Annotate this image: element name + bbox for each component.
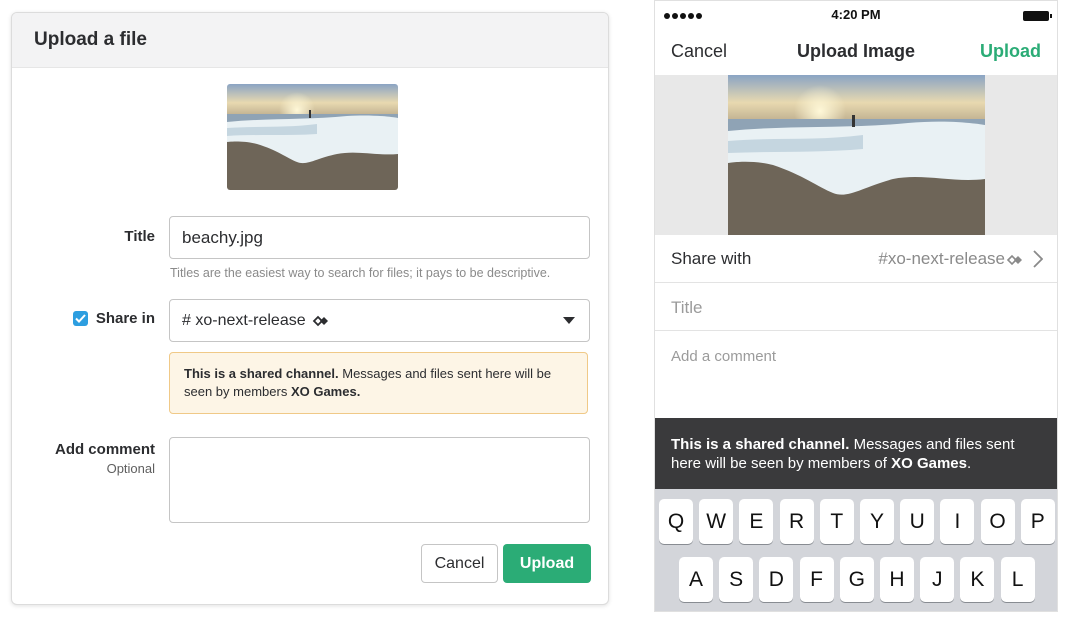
status-time: 4:20 PM — [831, 7, 881, 22]
mobile-upload-screen: 4:20 PM Cancel Upload Image Upload Share… — [654, 0, 1058, 612]
nav-upload-button[interactable]: Upload — [980, 41, 1041, 62]
notice-bold: This is a shared channel. — [184, 366, 339, 381]
key-s[interactable]: S — [719, 557, 754, 602]
optional-label: Optional — [106, 461, 155, 476]
dialog-header: Upload a file — [12, 13, 608, 68]
nav-bar: Cancel Upload Image Upload — [655, 31, 1057, 75]
key-r[interactable]: R — [779, 499, 814, 544]
banner-bold: This is a shared channel. — [671, 436, 850, 453]
comment-input[interactable]: Add a comment — [655, 331, 1057, 418]
share-with-label: Share with — [671, 249, 752, 268]
share-with-row[interactable]: Share with #xo-next-release — [655, 235, 1057, 283]
add-comment-label: Add comment — [54, 441, 155, 458]
shared-channel-banner: This is a shared channel. Messages and f… — [655, 418, 1057, 489]
status-bar: 4:20 PM — [655, 1, 1057, 31]
key-l[interactable]: L — [1000, 557, 1035, 602]
title-row[interactable]: Title — [655, 283, 1057, 331]
key-q[interactable]: Q — [659, 499, 693, 544]
share-in-label: Share in — [95, 310, 155, 327]
channel-select-value: # xo-next-release — [182, 311, 306, 329]
key-e[interactable]: E — [739, 499, 774, 544]
key-t[interactable]: T — [819, 499, 854, 544]
banner-org: XO Games — [891, 455, 967, 472]
key-o[interactable]: O — [980, 499, 1015, 544]
key-d[interactable]: D — [759, 557, 794, 602]
key-u[interactable]: U — [900, 499, 935, 544]
key-y[interactable]: Y — [860, 499, 894, 544]
checkmark-icon — [75, 314, 86, 323]
shared-channel-icon — [312, 315, 328, 326]
title-label: Title — [124, 228, 155, 245]
title-input[interactable]: beachy.jpg — [169, 216, 590, 259]
image-thumbnail — [227, 84, 398, 190]
dialog-title: Upload a file — [34, 29, 147, 50]
key-f[interactable]: F — [799, 557, 834, 602]
shared-channel-icon — [1007, 254, 1022, 266]
key-a[interactable]: A — [679, 557, 713, 602]
share-with-value: #xo-next-release — [878, 249, 1005, 268]
key-p[interactable]: P — [1020, 499, 1055, 544]
key-j[interactable]: J — [920, 557, 955, 602]
upload-button[interactable]: Upload — [503, 544, 591, 583]
upload-file-dialog: Upload a file Title beachy.jpg Titles ar… — [11, 12, 609, 605]
comment-label-group: Add comment Optional — [55, 441, 155, 476]
nav-cancel-button[interactable]: Cancel — [671, 41, 727, 62]
title-placeholder: Title — [671, 298, 703, 317]
key-i[interactable]: I — [940, 499, 975, 544]
image-preview — [728, 75, 985, 235]
keyboard: QWERTYUIOP ASDFGHJKL — [655, 489, 1057, 611]
title-hint: Titles are the easiest way to search for… — [170, 266, 551, 280]
channel-select[interactable]: # xo-next-release — [169, 299, 590, 342]
cancel-button[interactable]: Cancel — [421, 544, 498, 583]
share-checkbox[interactable] — [73, 311, 88, 326]
notice-org: XO Games. — [290, 384, 361, 399]
chevron-right-icon — [1033, 250, 1043, 268]
chevron-down-icon — [563, 317, 575, 324]
comment-placeholder: Add a comment — [671, 348, 777, 365]
key-k[interactable]: K — [960, 557, 995, 602]
battery-icon — [1023, 11, 1052, 21]
banner-end: . — [966, 455, 972, 472]
key-h[interactable]: H — [880, 557, 914, 602]
image-preview-area — [655, 75, 1057, 235]
key-g[interactable]: G — [839, 557, 874, 602]
key-w[interactable]: W — [699, 499, 734, 544]
title-input-value: beachy.jpg — [182, 227, 263, 247]
shared-channel-notice: This is a shared channel. Messages and f… — [169, 352, 588, 414]
comment-textarea[interactable] — [169, 437, 590, 523]
